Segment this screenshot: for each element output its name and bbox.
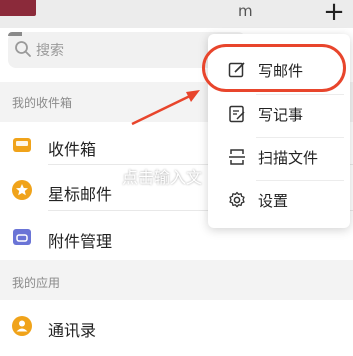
star-icon bbox=[12, 180, 32, 200]
list-item-label: 星标邮件 bbox=[48, 185, 113, 204]
attachment-icon bbox=[13, 229, 31, 245]
note-icon bbox=[229, 105, 245, 123]
search-placeholder: 搜索 bbox=[36, 43, 64, 59]
menu-item-settings[interactable]: 设置 bbox=[208, 178, 350, 222]
menu-item-note[interactable]: 写记事 bbox=[208, 92, 350, 136]
menu-item-label: 扫描文件 bbox=[258, 149, 319, 167]
highlight-ring bbox=[202, 44, 346, 92]
inbox-icon bbox=[13, 138, 31, 152]
list-item-label: 附件管理 bbox=[48, 232, 113, 251]
avatar[interactable] bbox=[0, 0, 36, 16]
add-button[interactable]: + bbox=[322, 0, 346, 26]
top-bar bbox=[0, 0, 353, 28]
title-partial: m bbox=[238, 2, 253, 20]
search-icon bbox=[15, 41, 31, 57]
contacts-icon bbox=[12, 316, 32, 336]
menu-item-label: 写记事 bbox=[258, 106, 304, 124]
list-item-label: 通讯录 bbox=[48, 321, 97, 340]
scan-icon bbox=[229, 149, 245, 165]
menu-item-label: 设置 bbox=[258, 192, 289, 210]
list-item-label: 收件箱 bbox=[48, 140, 97, 159]
overlay-hint-text: 点击输入文 bbox=[122, 168, 203, 187]
menu-item-scan[interactable]: 扫描文件 bbox=[208, 135, 350, 179]
gear-icon bbox=[229, 191, 245, 208]
search-decoration bbox=[8, 32, 22, 36]
section-label-apps: 我的应用 bbox=[12, 276, 61, 290]
section-label-inbox: 我的收件箱 bbox=[12, 96, 73, 110]
